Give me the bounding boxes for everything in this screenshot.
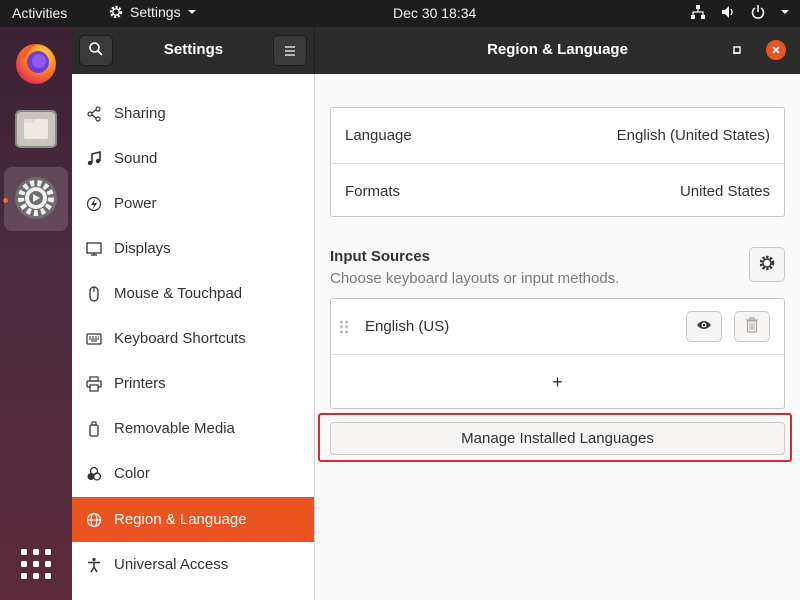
globe-icon [72, 512, 114, 528]
sidebar-item-label: Keyboard Shortcuts [114, 330, 246, 347]
dock [0, 27, 72, 600]
close-button[interactable] [766, 40, 786, 60]
input-sources-title: Input Sources [330, 248, 431, 265]
settings-gear-icon [108, 4, 124, 20]
close-icon [771, 42, 781, 58]
share-icon [72, 105, 114, 122]
sidebar-item-keyboard-shortcuts[interactable]: Keyboard Shortcuts [72, 316, 314, 361]
dock-firefox[interactable] [4, 31, 68, 95]
maximize-button[interactable] [727, 40, 747, 60]
settings-icon [13, 175, 59, 224]
preview-layout-button[interactable] [686, 311, 722, 342]
input-source-row[interactable]: English (US) [331, 299, 784, 354]
manage-button-label: Manage Installed Languages [461, 430, 654, 447]
input-source-actions [686, 311, 770, 342]
music-note-icon [72, 150, 114, 167]
power-icon [72, 196, 114, 212]
sidebar-item-label: Printers [114, 375, 166, 392]
accessibility-icon [72, 557, 114, 573]
sidebar-item-label: Region & Language [114, 511, 247, 528]
formats-row[interactable]: Formats United States [331, 163, 784, 218]
header-bar: Settings Region & Language [72, 27, 800, 74]
sidebar-item-label: Sharing [114, 105, 166, 122]
sidebar-item-label: Removable Media [114, 420, 235, 437]
sidebar-item-universal-access[interactable]: Universal Access [72, 542, 314, 587]
sidebar-item-sound[interactable]: Sound [72, 136, 314, 181]
color-icon [72, 466, 114, 482]
sidebar-item-label: Displays [114, 240, 171, 257]
keyboard-icon [72, 331, 114, 347]
sidebar-item-color[interactable]: Color [72, 451, 314, 496]
app-grid-icon [19, 547, 53, 584]
trash-icon [745, 316, 759, 337]
eye-icon [696, 318, 712, 335]
sidebar-item-mouse-touchpad[interactable]: Mouse & Touchpad [72, 271, 314, 316]
clock[interactable]: Dec 30 18:34 [393, 5, 476, 21]
language-formats-list: Language English (United States) Formats… [330, 107, 785, 217]
input-sources-list: English (US) + [330, 298, 785, 409]
hamburger-icon [284, 43, 296, 59]
input-source-label: English (US) [365, 318, 450, 335]
input-source-main: English (US) [339, 318, 449, 335]
sidebar-item-region-language[interactable]: Region & Language [72, 497, 314, 542]
dock-files[interactable] [4, 98, 68, 162]
remove-input-source-button[interactable] [734, 311, 770, 342]
add-icon: + [552, 372, 563, 392]
printer-icon [72, 375, 114, 392]
app-menu-label: Settings [130, 4, 181, 20]
dock-settings[interactable] [4, 167, 68, 231]
language-label: Language [345, 127, 412, 144]
firefox-icon [12, 38, 60, 89]
usb-icon [72, 420, 114, 437]
display-icon [72, 241, 114, 257]
region-language-panel: Language English (United States) Formats… [316, 74, 800, 600]
chevron-down-icon [780, 8, 790, 16]
sidebar-item-label: Power [114, 195, 157, 212]
sidebar-item-removable-media[interactable]: Removable Media [72, 406, 314, 451]
activities-button[interactable]: Activities [12, 5, 67, 21]
manage-installed-languages-button[interactable]: Manage Installed Languages [330, 422, 785, 455]
drag-handle-icon[interactable] [339, 319, 351, 335]
system-tray[interactable] [690, 4, 790, 20]
power-icon [750, 4, 766, 20]
mouse-icon [72, 285, 114, 302]
sidebar-item-label: Mouse & Touchpad [114, 285, 243, 302]
formats-value: United States [679, 182, 770, 200]
files-icon [13, 106, 59, 155]
menu-button[interactable] [273, 35, 307, 66]
input-sources-subtitle: Choose keyboard layouts or input methods… [330, 270, 620, 287]
sidebar-item-printers[interactable]: Printers [72, 361, 314, 406]
sidebar-item-label: Sound [114, 150, 158, 167]
show-applications-button[interactable] [4, 533, 68, 597]
input-sources-options-button[interactable] [749, 247, 785, 282]
top-bar: Activities Settings Dec 30 18:34 [0, 0, 800, 27]
volume-icon [720, 4, 736, 20]
sidebar-item-label: Color [114, 465, 150, 482]
sidebar-item-displays[interactable]: Displays [72, 226, 314, 271]
formats-label: Formats [345, 182, 401, 200]
chevron-down-icon [187, 8, 197, 16]
sidebar-item-label: Universal Access [114, 556, 229, 573]
gear-icon [758, 254, 776, 275]
language-value: English (United States) [616, 127, 770, 144]
sidebar-item-power[interactable]: Power [72, 181, 314, 226]
maximize-icon [732, 42, 742, 58]
sidebar-item-sharing[interactable]: Sharing [72, 91, 314, 136]
app-menu[interactable]: Settings [108, 4, 197, 20]
language-row[interactable]: Language English (United States) [331, 108, 784, 163]
settings-sidebar: Sharing Sound Power Displays Mouse & Tou… [72, 74, 315, 600]
add-input-source-row[interactable]: + [331, 354, 784, 410]
network-icon [690, 4, 706, 20]
